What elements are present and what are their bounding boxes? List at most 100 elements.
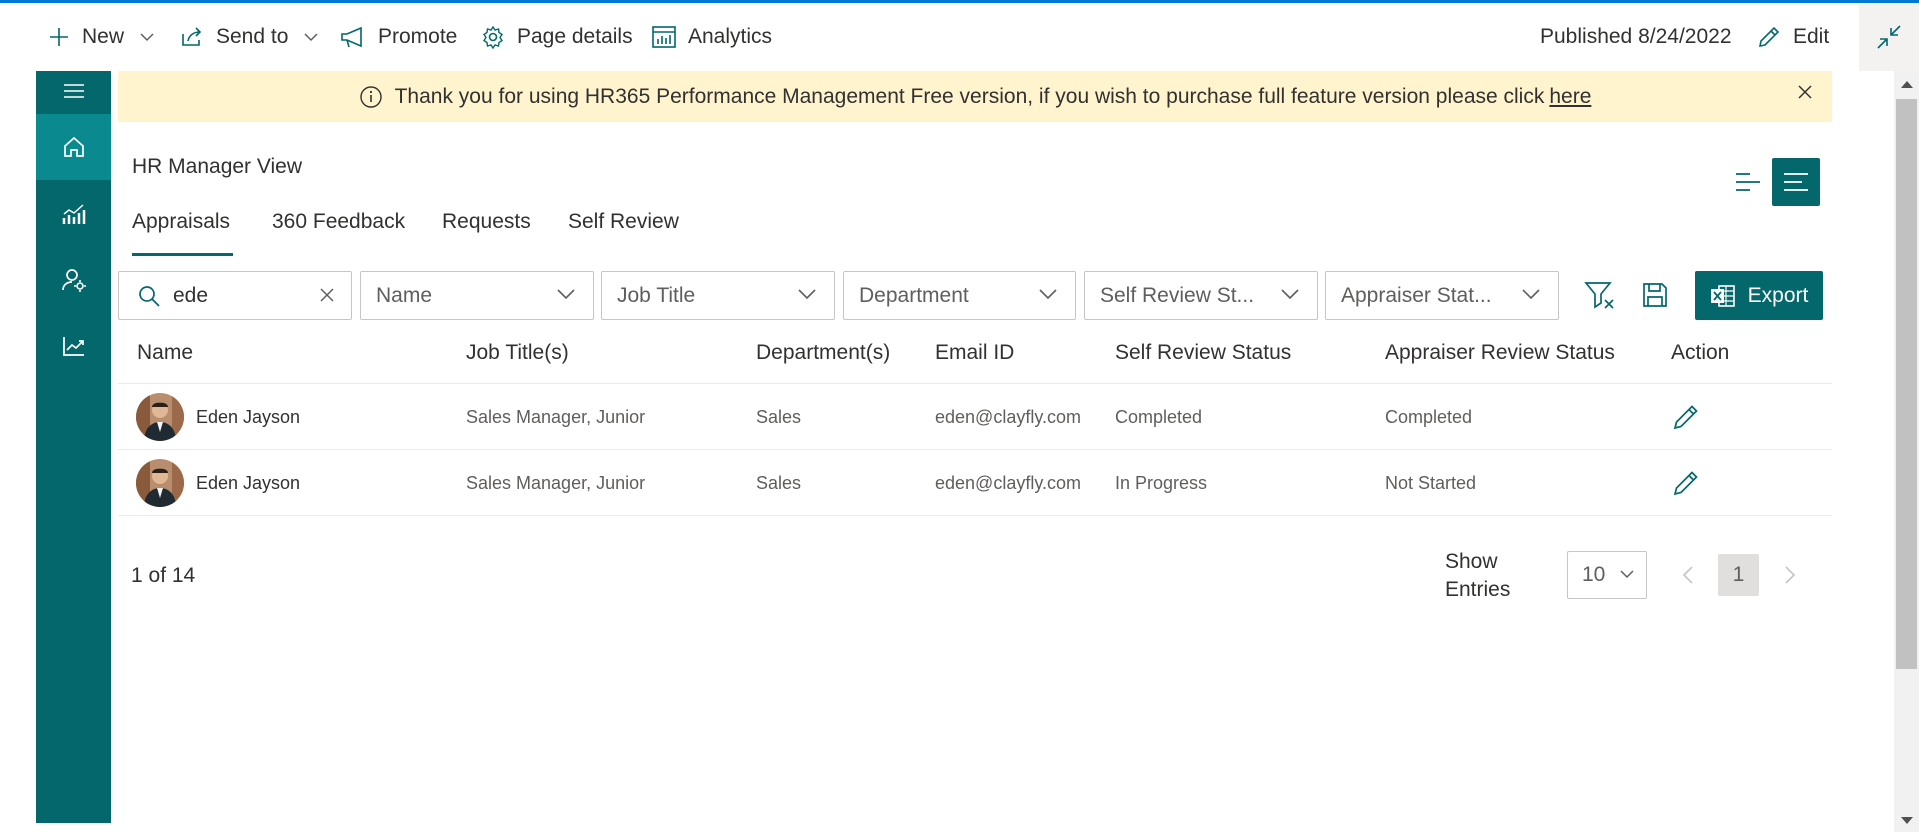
column-header-name[interactable]: Name: [137, 341, 193, 365]
promote-button[interactable]: Promote: [340, 3, 457, 71]
hamburger-menu-button[interactable]: [36, 71, 111, 111]
command-bar: New Send to Promote Page details Analyti…: [0, 3, 1919, 71]
next-page-button[interactable]: [1775, 557, 1805, 593]
promote-label: Promote: [378, 25, 458, 48]
rail-item-reports[interactable]: [36, 181, 111, 247]
name-filter-dropdown[interactable]: Name: [360, 271, 594, 320]
column-header-email[interactable]: Email ID: [935, 341, 1014, 365]
email: eden@clayfly.com: [935, 406, 1081, 427]
self-review-status: In Progress: [1115, 472, 1208, 493]
list-lines-icon: [1784, 173, 1808, 191]
job-title-filter-placeholder: Job Title: [617, 283, 696, 307]
send-to-label: Send to: [216, 25, 289, 48]
page-title: HR Manager View: [132, 155, 303, 178]
user-settings-icon: [61, 269, 86, 292]
page-size-value: 10: [1582, 563, 1606, 586]
analytics-label: Analytics: [688, 25, 773, 48]
rail-item-trends[interactable]: [36, 313, 111, 379]
rail-item-home[interactable]: [36, 114, 111, 180]
tab-requests[interactable]: Requests: [442, 210, 531, 256]
trend-icon: [62, 337, 84, 356]
self-review-status-filter-dropdown[interactable]: Self Review St...: [1084, 271, 1318, 320]
record-count: 1 of 14: [131, 564, 196, 587]
purchase-link[interactable]: here: [1549, 85, 1591, 109]
column-header-departments[interactable]: Department(s): [756, 341, 890, 365]
compact-layout-button[interactable]: [1724, 158, 1772, 206]
page-details-button[interactable]: Page details: [481, 3, 633, 71]
export-button[interactable]: Export: [1695, 271, 1823, 320]
employee-name[interactable]: Eden Jayson: [196, 384, 300, 450]
job-title-filter-dropdown[interactable]: Job Title: [601, 271, 835, 320]
chevron-down-icon: [798, 289, 816, 300]
analytics-icon: [652, 26, 676, 48]
edit-pencil-icon[interactable]: [1672, 403, 1700, 431]
scroll-up-arrow[interactable]: [1901, 81, 1913, 88]
send-to-button[interactable]: Send to: [180, 3, 318, 71]
home-icon: [63, 136, 84, 157]
job-title: Sales Manager, Junior: [466, 406, 646, 427]
appraiser-filter-placeholder: Appraiser Stat...: [1341, 283, 1492, 307]
close-icon[interactable]: [1798, 85, 1812, 99]
department-filter-dropdown[interactable]: Department: [843, 271, 1076, 320]
appraiser-status-filter-dropdown[interactable]: Appraiser Stat...: [1325, 271, 1559, 320]
tab-self-review[interactable]: Self Review: [568, 210, 679, 256]
chevron-down-icon: [1522, 289, 1540, 300]
chevron-down-icon: [557, 289, 575, 300]
clear-search-icon[interactable]: [319, 287, 335, 303]
pencil-icon: [1758, 26, 1780, 48]
table-row[interactable]: Eden Jayson Sales Manager, Junior Sales …: [118, 384, 1832, 450]
column-header-self-review-status[interactable]: Self Review Status: [1115, 341, 1291, 365]
analytics-button[interactable]: Analytics: [652, 3, 772, 71]
megaphone-icon: [341, 26, 362, 48]
name-filter-placeholder: Name: [376, 283, 433, 307]
department: Sales: [756, 472, 802, 493]
app-nav-rail: [36, 71, 111, 823]
column-header-job-titles[interactable]: Job Title(s): [466, 341, 569, 365]
collapse-button[interactable]: [1859, 3, 1919, 71]
scroll-down-arrow[interactable]: [1901, 817, 1913, 824]
edit-page-button[interactable]: Edit: [1757, 3, 1829, 71]
plus-icon: [50, 28, 68, 46]
edit-pencil-icon[interactable]: [1672, 469, 1700, 497]
column-header-action: Action: [1671, 341, 1730, 364]
full-layout-button[interactable]: [1772, 158, 1820, 206]
chevron-right-icon: [1785, 566, 1796, 584]
save-icon: [1643, 283, 1667, 307]
edit-label: Edit: [1793, 25, 1830, 48]
gear-icon: [483, 25, 503, 49]
previous-page-button[interactable]: [1673, 557, 1703, 593]
tab-360-feedback[interactable]: 360 Feedback: [272, 210, 405, 256]
align-left-lines-icon: [1736, 173, 1760, 191]
page-scrollbar[interactable]: [1894, 71, 1919, 832]
column-header-appraiser-review-status[interactable]: Appraiser Review Status: [1385, 341, 1615, 365]
scrollbar-thumb[interactable]: [1896, 99, 1917, 669]
free-version-banner: Thank you for using HR365 Performance Ma…: [118, 71, 1832, 122]
new-label: New: [82, 25, 125, 48]
clear-filters-button[interactable]: [1580, 275, 1620, 315]
page-size-dropdown[interactable]: 10: [1567, 551, 1647, 599]
save-view-button[interactable]: [1635, 275, 1675, 315]
avatar: [136, 459, 184, 507]
avatar: [136, 393, 184, 441]
tab-appraisals[interactable]: Appraisals: [132, 210, 233, 256]
info-icon: [359, 85, 382, 108]
page-number-button[interactable]: 1: [1718, 554, 1759, 596]
show-entries-label: Show Entries: [1445, 550, 1511, 601]
collapse-arrows-icon: [1877, 25, 1901, 49]
excel-icon: [1710, 284, 1735, 307]
table-row[interactable]: Eden Jayson Sales Manager, Junior Sales …: [118, 450, 1832, 516]
department: Sales: [756, 406, 802, 427]
share-icon: [182, 27, 202, 46]
clear-filter-icon: [1584, 282, 1614, 309]
appraiser-review-status: Completed: [1385, 406, 1473, 427]
published-status: Published 8/24/2022: [1540, 25, 1732, 48]
email: eden@clayfly.com: [935, 472, 1081, 493]
new-button[interactable]: New: [48, 3, 154, 71]
employee-name[interactable]: Eden Jayson: [196, 450, 300, 516]
self-review-filter-placeholder: Self Review St...: [1100, 283, 1255, 307]
chevron-left-icon: [1682, 566, 1693, 584]
rail-item-users[interactable]: [36, 247, 111, 313]
chevron-down-icon: [1281, 289, 1299, 300]
search-input[interactable]: ede: [118, 271, 352, 320]
menu-icon: [63, 84, 84, 98]
